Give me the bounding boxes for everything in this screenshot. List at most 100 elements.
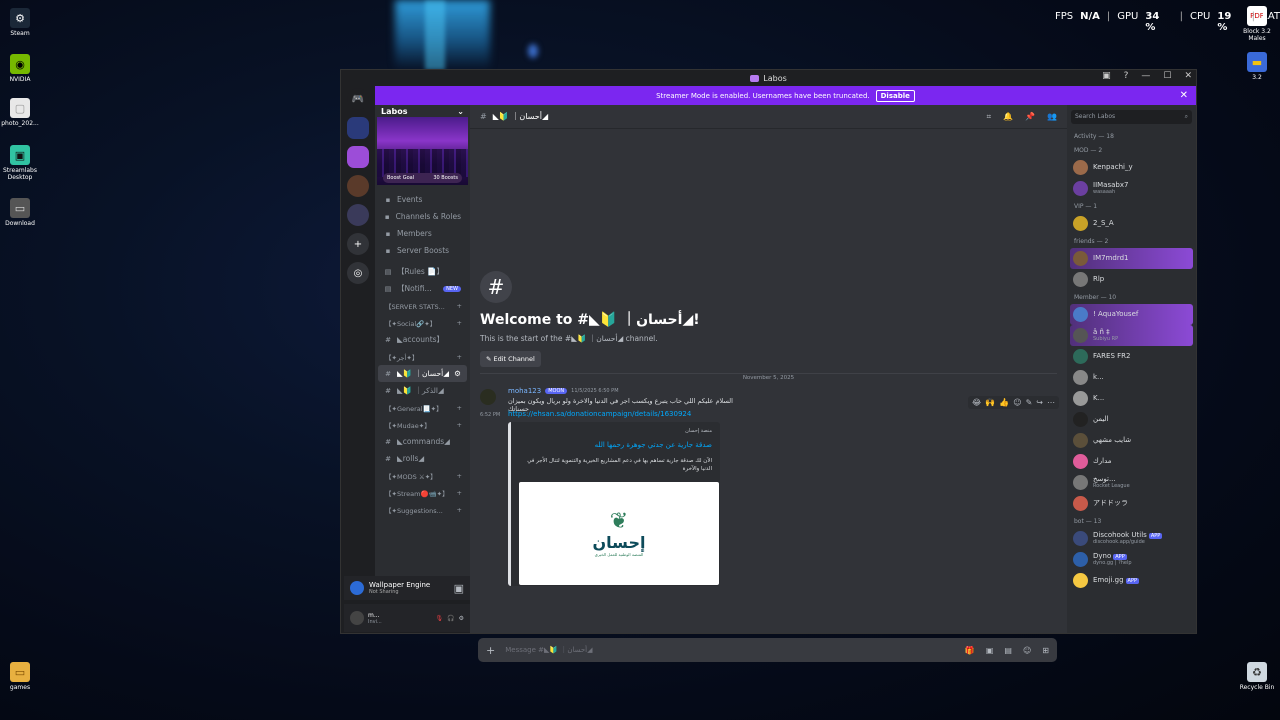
emoji-icon[interactable]: ☺ bbox=[1023, 646, 1031, 655]
channel-category[interactable]: 【✦Suggestions... + bbox=[375, 501, 470, 518]
channel-item[interactable]: ▤ 【Rules 📄】 bbox=[375, 263, 470, 280]
edit-channel-button[interactable]: ✎ Edit Channel bbox=[480, 351, 541, 367]
member-row[interactable]: 2_S_A bbox=[1067, 213, 1196, 234]
member-row[interactable]: FARES FR2 bbox=[1067, 346, 1196, 367]
channel-category[interactable]: 【✦Stream🔴📹✦】 + bbox=[375, 484, 470, 501]
help-icon[interactable]: ? bbox=[1124, 71, 1129, 81]
user-panel[interactable]: m... Invi... 🎙 🎧 ⚙ bbox=[344, 604, 470, 632]
add-channel-icon[interactable]: + bbox=[457, 421, 462, 429]
member-row[interactable]: IIMasabx7 wasaaah bbox=[1067, 178, 1196, 199]
minimize-button[interactable]: — bbox=[1141, 71, 1150, 81]
member-row[interactable]: Discohook Utils APP discohook.app/guide bbox=[1067, 528, 1196, 549]
member-row[interactable]: اليمن bbox=[1067, 409, 1196, 430]
desktop-icon-recycle-bin[interactable]: ♻ Recycle Bin bbox=[1237, 662, 1277, 691]
server-menu-item[interactable]: ▪ Events bbox=[375, 191, 470, 208]
mic-muted-icon[interactable]: 🎙 bbox=[436, 615, 444, 622]
desktop-icon-games[interactable]: ▭ games bbox=[0, 662, 40, 691]
gear-icon[interactable]: ⚙ bbox=[454, 369, 461, 378]
member-row[interactable]: k... bbox=[1067, 367, 1196, 388]
channel-item[interactable]: # ◣accounts】 bbox=[375, 331, 470, 348]
member-row[interactable]: アドドッラ bbox=[1067, 493, 1196, 514]
channel-item[interactable]: # ◣commands◢ bbox=[375, 433, 470, 450]
reaction-emoji-icon[interactable]: 😂 bbox=[972, 398, 981, 407]
server-menu-item[interactable]: ▪ Server Boosts bbox=[375, 242, 470, 259]
member-row[interactable]: IM7mdrd1 bbox=[1070, 248, 1193, 269]
member-row[interactable]: K... bbox=[1067, 388, 1196, 409]
close-banner-icon[interactable]: ✕ bbox=[1180, 90, 1188, 101]
add-channel-icon[interactable]: + bbox=[457, 472, 462, 480]
add-channel-icon[interactable]: + bbox=[457, 506, 462, 514]
embed-image[interactable]: ❦ إحسان المنصة الوطنية للعمل الخيري bbox=[519, 482, 719, 585]
message-author[interactable]: moha123 bbox=[508, 387, 541, 395]
add-server-icon[interactable]: + bbox=[347, 233, 369, 255]
plus-icon[interactable]: + bbox=[486, 644, 495, 657]
search-input[interactable]: Search Labos bbox=[1075, 113, 1115, 121]
bell-icon[interactable]: 🔔 bbox=[1003, 112, 1013, 122]
reaction-emoji-icon[interactable]: 👍 bbox=[999, 398, 1009, 407]
gift-icon[interactable]: 🎁 bbox=[965, 646, 975, 655]
search-box[interactable]: Search Labos ⌕ bbox=[1067, 105, 1196, 129]
member-row[interactable]: â ñ ‡ Subiyu RP bbox=[1070, 325, 1193, 346]
gear-icon[interactable]: ⚙ bbox=[459, 615, 464, 622]
server-icon-4[interactable] bbox=[347, 204, 369, 226]
server-icon-1[interactable] bbox=[347, 117, 369, 139]
message-link[interactable]: https://ehsan.sa/donationcampaign/detail… bbox=[508, 410, 691, 418]
desktop-icon-photo[interactable]: ▢ photo_202... bbox=[0, 98, 40, 127]
channel-category[interactable]: 【SERVER STATS... + bbox=[375, 297, 470, 314]
desktop-icon-steam[interactable]: ⚙ Steam bbox=[0, 8, 40, 37]
explore-icon[interactable]: ◎ bbox=[347, 262, 369, 284]
member-row[interactable]: ! AquaYousef bbox=[1070, 304, 1193, 325]
member-row[interactable]: شايب مشهي bbox=[1067, 430, 1196, 451]
member-row[interactable]: Dyno APP dyno.gg | ?help bbox=[1067, 549, 1196, 570]
maximize-button[interactable]: ☐ bbox=[1163, 71, 1171, 81]
inbox-icon[interactable]: ▣ bbox=[1102, 71, 1111, 81]
server-icon-labos[interactable] bbox=[347, 146, 369, 168]
more-icon[interactable]: ⋯ bbox=[1047, 398, 1055, 407]
desktop-icon-nvidia[interactable]: ◉ NVIDIA bbox=[0, 54, 40, 83]
member-row[interactable]: Kenpachi_y bbox=[1067, 157, 1196, 178]
avatar[interactable] bbox=[480, 389, 496, 405]
activity-panel[interactable]: Wallpaper Engine Not Sharing ▣ bbox=[344, 576, 470, 600]
server-menu-item[interactable]: ▪ Members bbox=[375, 225, 470, 242]
channel-item[interactable]: # ◣rolls◢ bbox=[375, 450, 470, 467]
member-row[interactable]: Rlp bbox=[1067, 269, 1196, 290]
add-channel-icon[interactable]: + bbox=[457, 404, 462, 412]
channel-category[interactable]: 【✦Mudae✦】 + bbox=[375, 416, 470, 433]
channel-category[interactable]: 【✦Social🔗✦】 + bbox=[375, 314, 470, 331]
member-row[interactable]: Emoji.gg APP bbox=[1067, 570, 1196, 591]
server-icon-3[interactable] bbox=[347, 175, 369, 197]
server-header[interactable]: Labos ⌄ bbox=[375, 105, 470, 117]
reply-icon[interactable]: ↪ bbox=[1036, 398, 1043, 407]
member-list-icon[interactable]: 👥 bbox=[1047, 112, 1057, 122]
add-reaction-icon[interactable]: ☺ bbox=[1013, 398, 1021, 407]
channel-category[interactable]: 【✦أجر✦】 + bbox=[375, 348, 470, 365]
disable-streamer-button[interactable]: Disable bbox=[875, 89, 915, 102]
member-row[interactable]: مدارك bbox=[1067, 451, 1196, 472]
discord-home-icon[interactable]: 🎮 bbox=[347, 88, 369, 110]
edit-icon[interactable]: ✎ bbox=[1026, 398, 1033, 407]
message-input[interactable]: Message #◣🔰 ｜أحسان◢ bbox=[505, 645, 592, 655]
member-row[interactable]: توسخ... Rocket League bbox=[1067, 472, 1196, 493]
boost-goal-bar[interactable]: Boost Goal 30 Boosts bbox=[383, 173, 462, 183]
channel-category[interactable]: 【✦General📃✦】 + bbox=[375, 399, 470, 416]
gif-icon[interactable]: ▣ bbox=[986, 646, 994, 655]
pin-icon[interactable]: 📌 bbox=[1025, 112, 1035, 122]
deafen-icon[interactable]: 🎧 bbox=[447, 615, 454, 622]
window-titlebar[interactable]: Labos ▣ ? — ☐ ✕ bbox=[341, 70, 1196, 86]
add-channel-icon[interactable]: + bbox=[457, 302, 462, 310]
add-channel-icon[interactable]: + bbox=[457, 353, 462, 361]
close-button[interactable]: ✕ bbox=[1184, 71, 1192, 81]
message[interactable]: moha123 MOON 11/5/2025 6:50 PM السلام عل… bbox=[470, 385, 1067, 586]
add-channel-icon[interactable]: + bbox=[457, 319, 462, 327]
apps-icon[interactable]: ⊞ bbox=[1042, 646, 1049, 655]
server-menu-item[interactable]: ▪ Channels & Roles bbox=[375, 208, 470, 225]
reaction-emoji-icon[interactable]: 🙌 bbox=[985, 398, 995, 407]
embed-title[interactable]: صدقة جارية عن جدتي جوهرة رحمها الله bbox=[519, 441, 712, 449]
sticker-icon[interactable]: ▤ bbox=[1004, 646, 1012, 655]
screen-share-icon[interactable]: ▣ bbox=[454, 582, 464, 595]
message-composer[interactable]: + Message #◣🔰 ｜أحسان◢ 🎁 ▣ ▤ ☺ ⊞ bbox=[478, 638, 1057, 662]
channel-item[interactable]: # ◣🔰 ｜الذكر◢ bbox=[375, 382, 470, 399]
desktop-icon-streamlabs[interactable]: ▣ Streamlabs Desktop bbox=[0, 145, 40, 181]
desktop-icon-download[interactable]: ▭ Download bbox=[0, 198, 40, 227]
channel-category[interactable]: 【✦MODS ⚔✦】 + bbox=[375, 467, 470, 484]
